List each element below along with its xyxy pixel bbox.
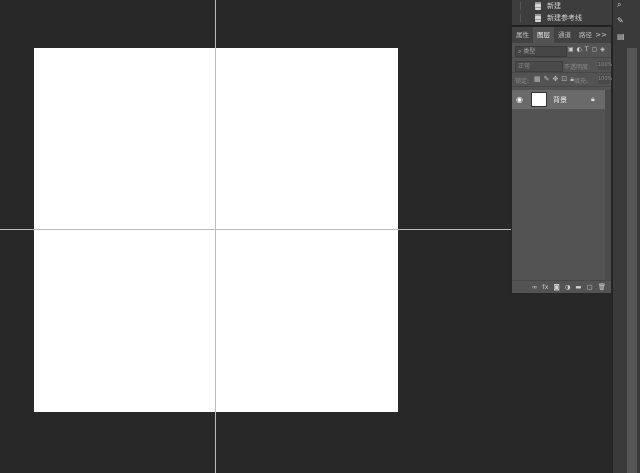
layers-bottom-bar: ∞ fx ◙ ◑ ▬ ▢ 🗑︎ [512, 280, 611, 293]
fx-icon[interactable]: fx [542, 281, 548, 293]
layers-panel: 属性 图层 通道 路径 >> ⌕ 类型 ▣ ◐ T ▢ ◈ 正常 不透明度: 1… [511, 26, 612, 294]
panel-tabs: 属性 图层 通道 路径 >> [512, 27, 611, 43]
history-item[interactable]: 新建 [512, 0, 612, 12]
canvas-workspace[interactable] [0, 0, 512, 473]
layer-row-background[interactable]: ◉ 背景 🔒︎ [512, 90, 605, 109]
type-filter-icon[interactable]: T [585, 46, 589, 53]
lock-row: 锁定: ▦ ✎ ✥ ⊡ 🔒︎ 填充: 100% [512, 73, 612, 87]
fill-label: 填充: [574, 78, 589, 85]
lock-label: 锁定: [515, 78, 530, 85]
blend-mode-select[interactable]: 正常 [515, 61, 563, 72]
vertical-guide[interactable] [215, 0, 216, 473]
tab-layers[interactable]: 图层 [533, 27, 554, 43]
panel-menu-button[interactable]: >> [595, 27, 607, 43]
image-filter-icon[interactable]: ▣ [568, 46, 574, 53]
filter-icons: ▣ ◐ T ▢ ◈ [568, 46, 605, 53]
tab-paths[interactable]: 路径 [575, 27, 596, 43]
document-icon [535, 2, 541, 10]
layer-lock-icon[interactable]: 🔒︎ [591, 95, 595, 104]
tab-channels[interactable]: 通道 [554, 27, 575, 43]
layer-thumbnail [531, 92, 547, 107]
folder-icon[interactable]: ▬ [575, 281, 581, 293]
filter-row: ⌕ 类型 ▣ ◐ T ▢ ◈ [512, 44, 611, 58]
brush-dock-icon[interactable]: ✎ [617, 16, 624, 25]
document-icon [535, 14, 541, 22]
visibility-eye-icon[interactable]: ◉ [516, 95, 523, 104]
layer-name[interactable]: 背景 [553, 95, 567, 105]
properties-dock-icon[interactable]: ▤ [617, 32, 625, 41]
tab-properties[interactable]: 属性 [512, 27, 533, 43]
lock-pixels-icon[interactable]: ✎ [544, 75, 550, 84]
horizontal-guide[interactable] [0, 229, 512, 230]
shape-filter-icon[interactable]: ▢ [592, 46, 598, 53]
trash-icon[interactable]: 🗑︎ [598, 281, 606, 293]
layers-scrollbar[interactable] [605, 90, 611, 280]
link-icon[interactable]: ∞ [532, 281, 537, 293]
history-item[interactable]: 新建参考线 [512, 12, 612, 24]
opacity-label: 不透明度: [564, 64, 591, 71]
layer-filter-select[interactable]: ⌕ 类型 [515, 46, 567, 57]
search-icon: ⌕ [518, 48, 522, 55]
new-layer-icon[interactable]: ▢ [587, 281, 593, 293]
lock-transparency-icon[interactable]: ▦ [534, 75, 541, 84]
lock-icons: ▦ ✎ ✥ ⊡ 🔒︎ [534, 75, 574, 84]
document-canvas[interactable] [34, 48, 398, 412]
smart-object-filter-icon[interactable]: ◈ [600, 46, 605, 53]
filter-placeholder: 类型 [523, 48, 536, 55]
history-snapshot-toggle[interactable] [514, 2, 521, 10]
right-dock: ⌕ ✎ ▤ [612, 0, 640, 473]
dock-scrollbar[interactable] [627, 48, 637, 473]
artboard-icon[interactable]: ⊡ [561, 75, 567, 84]
adjustment-icon[interactable]: ◑ [565, 281, 571, 293]
history-item-label: 新建参考线 [547, 14, 582, 22]
blend-row: 正常 不透明度: 100% [512, 59, 612, 73]
history-panel: 新建 新建参考线 [512, 0, 612, 26]
mask-icon[interactable]: ◙ [553, 281, 559, 293]
history-item-label: 新建 [547, 2, 561, 10]
history-dock-icon[interactable]: ⌕ [617, 0, 621, 10]
opacity-input[interactable]: 100% [598, 61, 612, 70]
fill-input[interactable]: 100% [598, 75, 612, 84]
lock-position-icon[interactable]: ✥ [553, 75, 559, 84]
adjustment-filter-icon[interactable]: ◐ [577, 46, 582, 53]
history-snapshot-toggle[interactable] [514, 14, 521, 22]
